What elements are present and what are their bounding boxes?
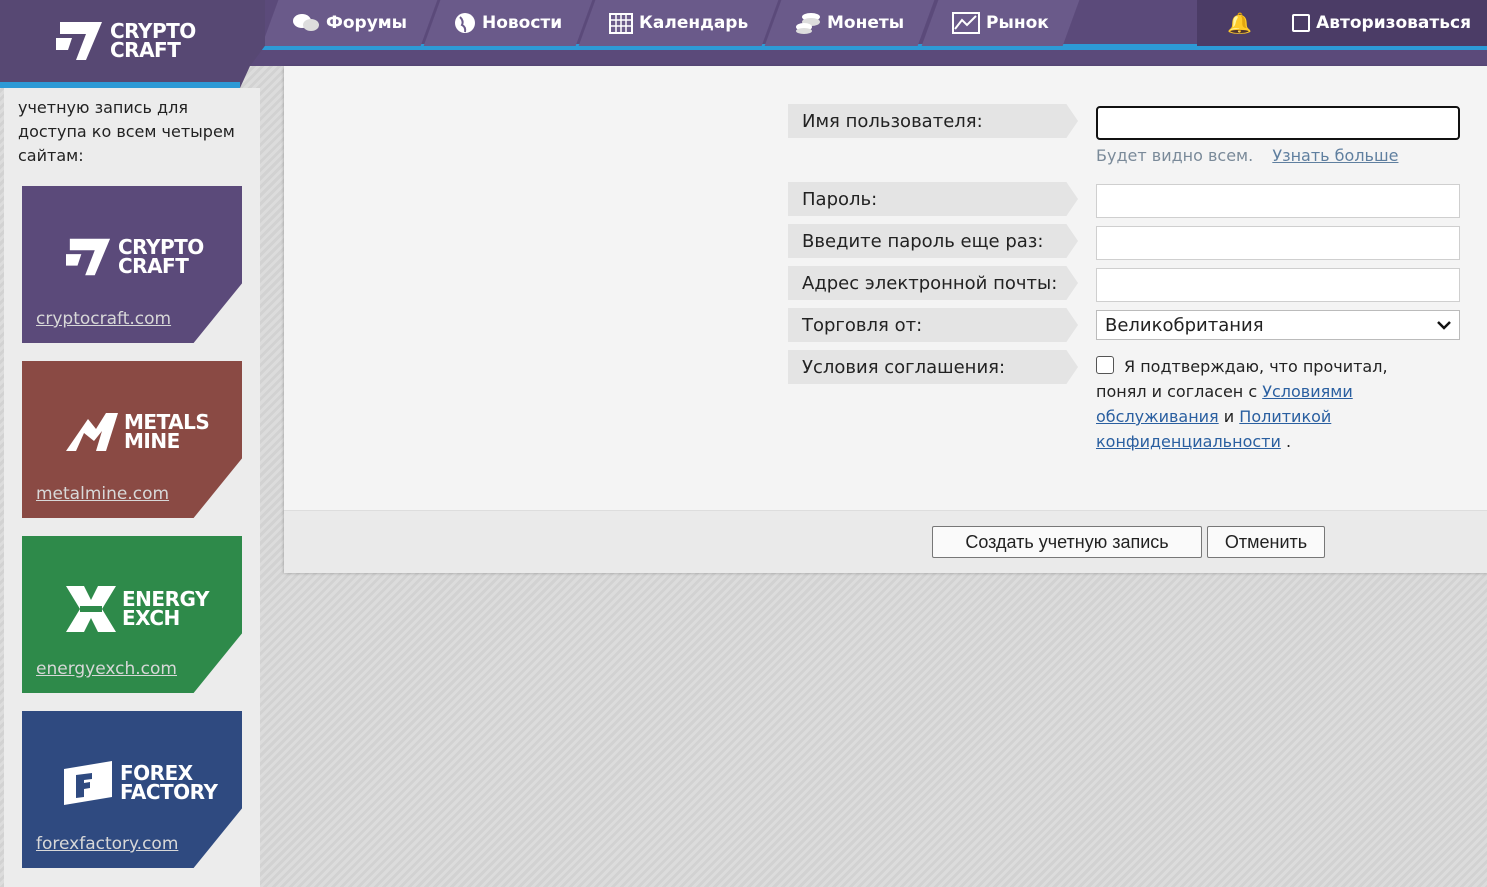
site-link-cryptocraft[interactable]: cryptocraft.com [36,309,171,329]
site-link-forexfactory[interactable]: forexfactory.com [36,834,178,854]
nav-market-label: Рынок [985,13,1049,33]
calendar-icon [609,13,634,34]
username-input[interactable] [1096,106,1460,140]
card-logo-line2: EXCH [122,606,180,630]
cancel-button[interactable]: Отменить [1207,526,1325,558]
nav-right-area: 🔔 Авторизоваться [1197,0,1487,46]
metalmine-logo-icon [66,413,118,451]
agreement-label: Условия соглашения: [788,350,1078,384]
country-select[interactable]: Великобритания [1096,310,1460,340]
sidebar: учетную запись для доступа ко всем четыр… [4,88,260,887]
username-label: Имя пользователя: [788,104,1078,138]
chart-icon [951,12,980,34]
nav-calendar[interactable]: Календарь [578,0,779,46]
username-hint: Будет видно всем. Узнать больше [1096,146,1398,165]
login-button[interactable]: Авторизоваться [1292,13,1471,33]
agreement-end: . [1285,432,1292,451]
registration-panel: Имя пользователя: Будет видно всем. Узна… [284,66,1487,573]
nav-news-label: Новости [482,13,563,33]
cryptocraft-card-logo: CRYPTO CRAFT [66,236,204,278]
password-label: Пароль: [788,182,1078,216]
nav-market[interactable]: Рынок [921,0,1079,46]
site-card-forexfactory[interactable]: FOREX FACTORY forexfactory.com [22,711,242,868]
logo-line2: CRAFT [110,38,181,62]
email-label: Адрес электронной почты: [788,266,1078,300]
bell-icon[interactable]: 🔔 [1227,11,1252,35]
nav-news[interactable]: Новости [423,0,593,46]
site-card-energyexch[interactable]: ENERGY EXCH energyexch.com [22,536,242,693]
password-repeat-input[interactable] [1096,226,1460,260]
card-logo-line2: MINE [124,429,180,453]
site-link-energyexch[interactable]: energyexch.com [36,659,177,679]
email-input[interactable] [1096,268,1460,302]
sidebar-intro: учетную запись для доступа ко всем четыр… [18,98,235,165]
card-logo-line2: FACTORY [120,780,218,804]
energyexch-logo-icon [66,586,116,632]
site-link-metalmine[interactable]: metalmine.com [36,484,169,504]
main-nav: Форумы Новости Календарь Монеты Рынок [261,0,1079,46]
learn-more-link[interactable]: Узнать больше [1272,146,1398,165]
forexfactory-card-logo: FOREX FACTORY [62,761,218,805]
topbar-strip [250,50,1487,66]
coins-icon [796,13,821,34]
create-account-button[interactable]: Создать учетную запись [932,526,1202,558]
trade-from-label: Торговля от: [788,308,1078,342]
cryptocraft-logo-icon [66,238,111,276]
card-logo-line2: CRAFT [118,254,189,278]
username-hint-text: Будет видно всем. [1096,146,1254,165]
cryptocraft-logo[interactable]: CRYPTO CRAFT [56,20,196,62]
agreement-terms: Я подтверждаю, что прочитал, понял и сог… [1096,354,1426,454]
nav-calendar-label: Календарь [639,13,749,33]
cryptocraft-logo-icon [56,22,102,60]
agreement-checkbox[interactable] [1096,356,1114,374]
agreement-and: и [1223,407,1235,426]
country-select-value: Великобритания [1105,314,1264,336]
site-card-metalmine[interactable]: METALS MINE metalmine.com [22,361,242,518]
login-label: Авторизоваться [1316,13,1471,33]
nav-coins-label: Монеты [827,13,905,33]
metalmine-card-logo: METALS MINE [66,411,210,453]
nav-forums[interactable]: Форумы [261,0,438,46]
password-repeat-label: Введите пароль еще раз: [788,224,1078,258]
login-icon [1292,14,1311,32]
chevron-down-icon [1437,321,1451,330]
globe-icon [455,13,476,33]
nav-forums-label: Форумы [326,13,408,33]
password-input[interactable] [1096,184,1460,218]
forexfactory-logo-icon [64,761,112,805]
chat-bubbles-icon [293,14,319,31]
nav-coins[interactable]: Монеты [765,0,935,46]
site-card-cryptocraft[interactable]: CRYPTO CRAFT cryptocraft.com [22,186,242,343]
energyexch-card-logo: ENERGY EXCH [66,586,209,632]
